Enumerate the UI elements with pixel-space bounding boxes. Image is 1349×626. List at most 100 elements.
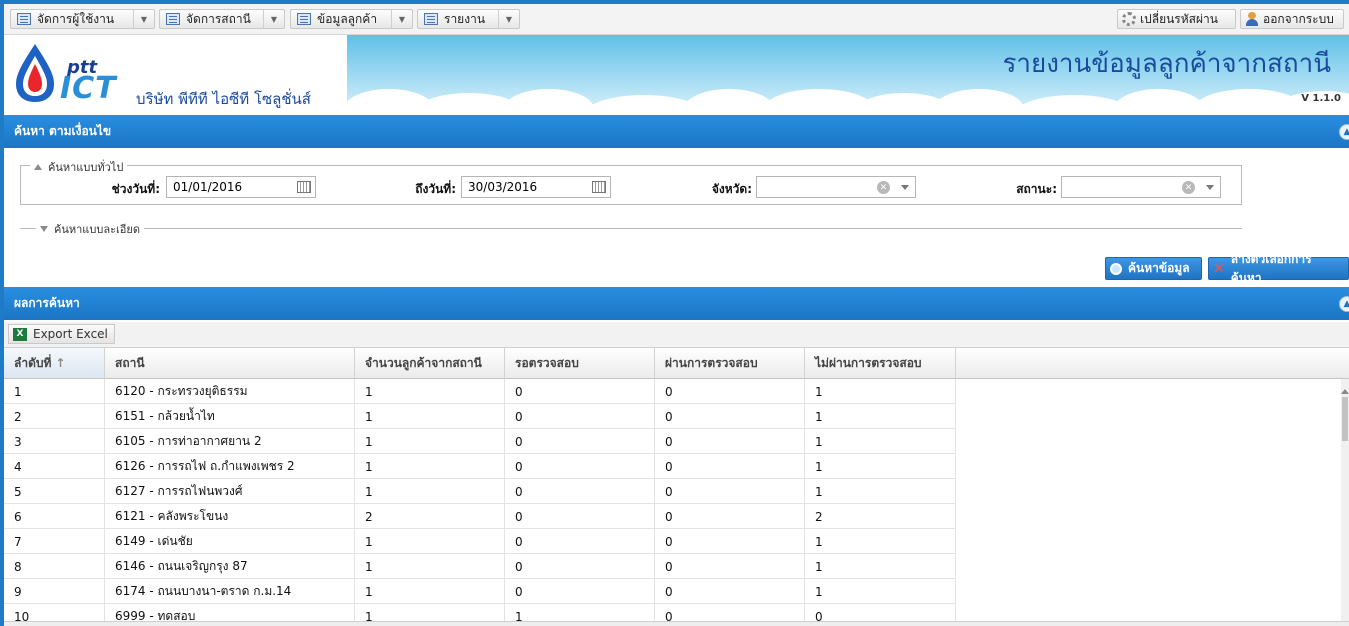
menu-label: จัดการผู้ใช้งาน	[37, 11, 115, 26]
search-panel-header: ค้นหา ตามเงื่อนไข ▲	[4, 115, 1349, 148]
cell-order: 7	[4, 529, 105, 554]
cell-order: 3	[4, 429, 105, 454]
export-excel-button[interactable]: X Export Excel	[8, 324, 115, 344]
excel-icon: X	[13, 327, 27, 341]
cell-failed: 1	[805, 579, 956, 604]
cell-station: 6151 - กล้วยน้ำไท	[105, 404, 355, 429]
menu-station-management[interactable]: จัดการสถานี ▼	[159, 9, 285, 29]
cell-order: 2	[4, 404, 105, 429]
cell-pending: 0	[505, 429, 655, 454]
cell-order: 4	[4, 454, 105, 479]
cell-station: 6127 - การรถไฟนพวงศ์	[105, 479, 355, 504]
cell-failed: 1	[805, 429, 956, 454]
chevron-up-icon[interactable]: ▲	[1339, 296, 1349, 312]
column-header-pending[interactable]: รอตรวจสอบ	[505, 348, 655, 378]
version-label: V 1.1.0	[1301, 93, 1341, 104]
app-frame: จัดการผู้ใช้งาน ▼ จัดการสถานี ▼ ข้อมูลลู…	[0, 0, 1349, 626]
cell-pending: 0	[505, 454, 655, 479]
menu-customer-data[interactable]: ข้อมูลลูกค้า ▼	[290, 9, 413, 29]
column-header-failed[interactable]: ไม่ผ่านการตรวจสอบ	[805, 348, 956, 378]
advanced-search-legend: ค้นหาแบบละเอียด	[54, 223, 140, 236]
table-row[interactable]: 7 6149 - เด่นชัย 1 0 0 1	[4, 529, 956, 554]
cell-station: 6174 - ถนนบางนา-ตราด ก.ม.14	[105, 579, 355, 604]
date-from-field[interactable]: 01/01/2016	[166, 176, 316, 198]
cell-failed: 1	[805, 479, 956, 504]
cell-station: 6149 - เด่นชัย	[105, 529, 355, 554]
cell-customer-count: 2	[355, 504, 505, 529]
search-icon	[1110, 262, 1122, 275]
chevron-down-icon[interactable]: ▼	[263, 10, 284, 28]
change-password-button[interactable]: เปลี่ยนรหัสผ่าน	[1117, 9, 1236, 29]
province-combobox[interactable]: ✕	[756, 176, 916, 198]
calendar-icon[interactable]	[297, 181, 311, 193]
table-row[interactable]: 9 6174 - ถนนบางนา-ตราด ก.ม.14 1 0 0 1	[4, 579, 956, 604]
collapse-triangle-icon	[34, 164, 42, 170]
chevron-up-icon[interactable]: ▲	[1339, 124, 1349, 140]
table-row[interactable]: 6 6121 - คลังพระโขนง 2 0 0 2	[4, 504, 956, 529]
list-icon	[166, 13, 180, 25]
column-header-station[interactable]: สถานี	[105, 348, 355, 378]
search-panel-title: ค้นหา ตามเงื่อนไข	[14, 124, 112, 138]
table-row[interactable]: 3 6105 - การท่าอากาศยาน 21001	[4, 429, 956, 454]
cell-customer-count: 1	[355, 554, 505, 579]
table-row[interactable]: 5 6127 - การรถไฟนพวงศ์ 1 0 0 1	[4, 479, 956, 504]
table-row[interactable]: 8 6146 - ถนนเจริญกรุง 87 1 0 0 1	[4, 554, 956, 579]
chevron-down-icon[interactable]: ▼	[391, 10, 412, 28]
menu-report[interactable]: รายงาน ▼	[417, 9, 520, 29]
cell-failed: 1	[805, 379, 956, 404]
menu-user-management[interactable]: จัดการผู้ใช้งาน ▼	[10, 9, 155, 29]
top-menu-bar: จัดการผู้ใช้งาน ▼ จัดการสถานี ▼ ข้อมูลลู…	[4, 4, 1349, 35]
clear-icon[interactable]: ✕	[1182, 181, 1195, 194]
column-label: ผ่านการตรวจสอบ	[665, 355, 758, 370]
cell-pending: 0	[505, 579, 655, 604]
grid-header: ลำดับที่ ↑ สถานี จำนวนลูกค้าจากสถานี รอต…	[4, 348, 1349, 379]
cell-pending: 0	[505, 379, 655, 404]
table-row[interactable]: 1 6120 - กระทรวงยุติธรรม 1 0 0 1	[4, 379, 956, 404]
search-button-label: ค้นหาข้อมูล	[1128, 261, 1190, 275]
results-panel-header: ผลการค้นหา ▲	[4, 287, 1349, 320]
cell-passed: 0	[655, 379, 805, 404]
logout-label: ออกจากระบบ	[1263, 11, 1334, 26]
cell-customer-count: 1	[355, 404, 505, 429]
column-header-order[interactable]: ลำดับที่ ↑	[4, 348, 105, 378]
cell-station: 6146 - ถนนเจริญกรุง 87	[105, 554, 355, 579]
cloud-decoration	[934, 89, 1024, 111]
page-title: รายงานข้อมูลลูกค้าจากสถานี	[1002, 49, 1331, 79]
cell-order: 8	[4, 554, 105, 579]
cell-customer-count: 1	[355, 479, 505, 504]
chevron-down-icon[interactable]	[901, 185, 909, 190]
chevron-down-icon[interactable]: ▼	[133, 10, 154, 28]
header-banner: ptt ICT บริษัท พีทีที ไอซีที โซลูชั่นส์ …	[4, 35, 1349, 111]
scroll-up-icon[interactable]	[1341, 389, 1349, 394]
close-icon: ✕	[1213, 260, 1225, 277]
grid-scrollbar[interactable]	[1341, 379, 1349, 626]
status-combobox[interactable]: ✕	[1061, 176, 1221, 198]
date-to-field[interactable]: 30/03/2016	[461, 176, 611, 198]
logout-button[interactable]: ออกจากระบบ	[1240, 9, 1344, 29]
table-row[interactable]: 2 6151 - กล้วยน้ำไท 1 0 0 1	[4, 404, 956, 429]
cloud-decoration	[684, 89, 774, 111]
column-header-passed[interactable]: ผ่านการตรวจสอบ	[655, 348, 805, 378]
clear-icon[interactable]: ✕	[877, 181, 890, 194]
sort-ascending-icon: ↑	[55, 356, 66, 370]
advanced-search-toggle[interactable]: ค้นหาแบบละเอียด	[36, 220, 144, 238]
cell-pending: 0	[505, 404, 655, 429]
general-search-toggle[interactable]: ค้นหาแบบทั่วไป	[30, 158, 128, 176]
search-button[interactable]: ค้นหาข้อมูล	[1105, 257, 1202, 280]
date-from-label: ช่วงวันที่:	[111, 182, 160, 196]
clear-search-label: ล้างตัวเลือกการค้นหา	[1230, 251, 1312, 285]
clear-search-button[interactable]: ✕ ล้างตัวเลือกการค้นหา	[1208, 252, 1349, 285]
cell-passed: 0	[655, 404, 805, 429]
cell-customer-count: 1	[355, 454, 505, 479]
cell-order: 9	[4, 579, 105, 604]
chevron-down-icon[interactable]: ▼	[498, 10, 519, 28]
table-row[interactable]: 4 6126 - การรถไฟ ถ.กำแพงเพชร 21001	[4, 454, 956, 479]
column-header-customer-count[interactable]: จำนวนลูกค้าจากสถานี	[355, 348, 505, 378]
change-password-label: เปลี่ยนรหัสผ่าน	[1140, 11, 1218, 26]
calendar-icon[interactable]	[592, 181, 606, 193]
scrollbar-thumb[interactable]	[1342, 397, 1348, 441]
cell-passed: 0	[655, 429, 805, 454]
cell-failed: 2	[805, 504, 956, 529]
chevron-down-icon[interactable]	[1206, 185, 1214, 190]
grid-pager	[4, 621, 1349, 626]
